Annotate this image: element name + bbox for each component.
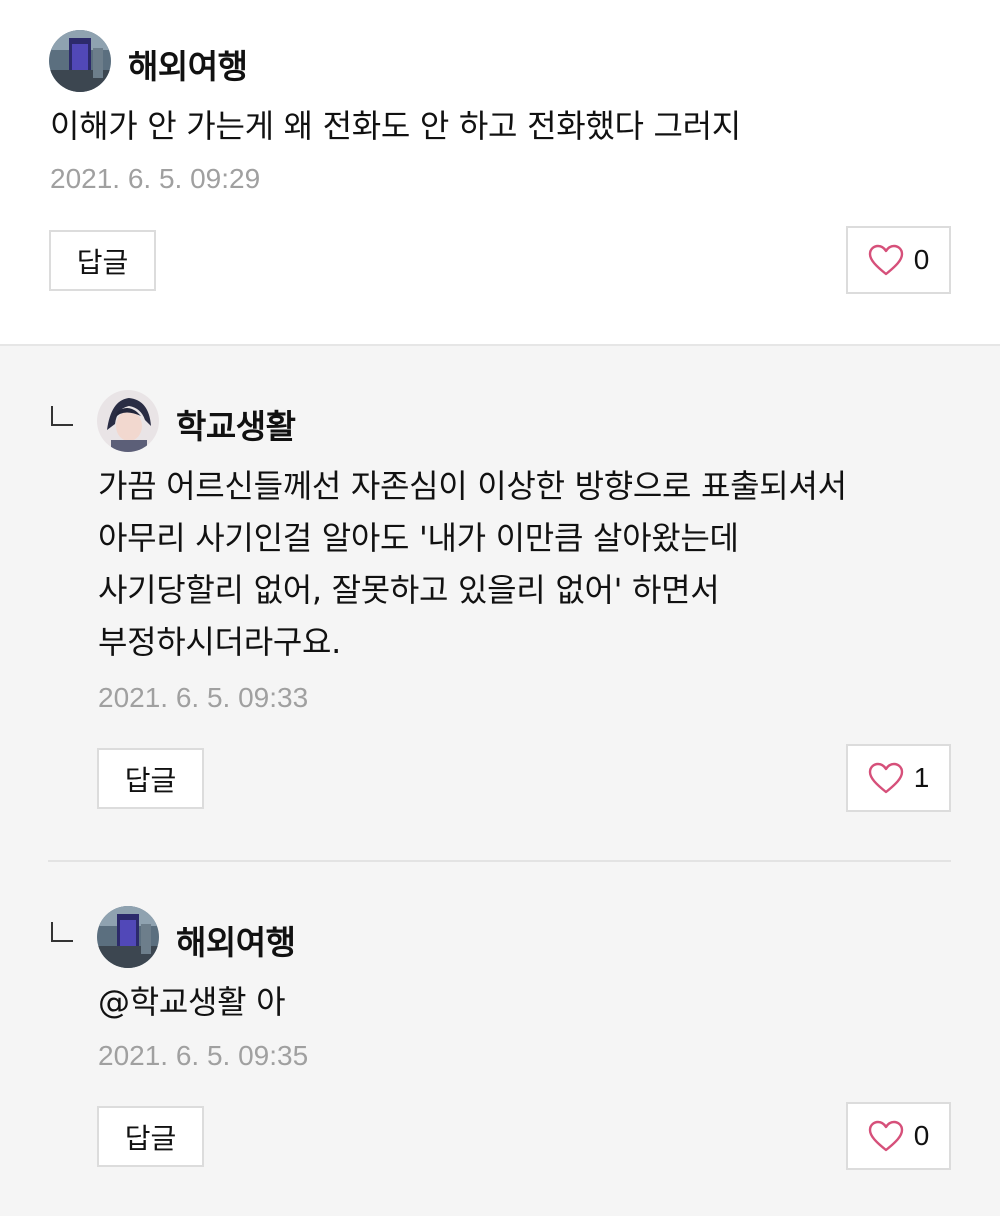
timestamp: 2021. 6. 5. 09:29 — [50, 163, 261, 194]
like-button[interactable]: 1 — [846, 744, 951, 812]
reply-button[interactable]: 답글 — [49, 230, 156, 291]
divider — [48, 860, 951, 862]
comment-text-tail: 아 — [246, 983, 286, 1021]
avatar[interactable] — [49, 30, 111, 92]
reply-button[interactable]: 답글 — [97, 748, 204, 809]
timestamp: 2021. 6. 5. 09:33 — [98, 682, 309, 713]
avatar[interactable] — [97, 906, 159, 968]
reply-button[interactable]: 답글 — [97, 1106, 204, 1167]
like-count: 1 — [913, 762, 930, 793]
comment-text: 가끔 어르신들께선 자존심이 이상한 방향으로 표출되셔서 아무리 사기인걸 알… — [98, 467, 847, 661]
avatar[interactable] — [97, 390, 159, 452]
reply-corner-icon — [51, 406, 73, 426]
heart-icon — [868, 244, 903, 276]
avatar-image — [97, 390, 159, 452]
replies-section: 학교생활 가끔 어르신들께선 자존심이 이상한 방향으로 표출되셔서 아무리 사… — [0, 344, 1000, 1216]
author-name[interactable]: 학교생활 — [176, 400, 296, 448]
avatar-image — [49, 30, 111, 92]
like-button[interactable]: 0 — [846, 226, 951, 294]
like-count: 0 — [913, 244, 930, 275]
heart-icon — [868, 762, 903, 794]
author-name[interactable]: 해외여행 — [176, 916, 296, 964]
avatar-image — [97, 906, 159, 968]
like-count: 0 — [913, 1120, 930, 1151]
author-name[interactable]: 해외여행 — [128, 40, 248, 88]
heart-icon — [868, 1120, 903, 1152]
timestamp: 2021. 6. 5. 09:35 — [98, 1040, 309, 1071]
reply-corner-icon — [51, 922, 73, 942]
comment-text: 이해가 안 가는게 왜 전화도 안 하고 전화했다 그러지 — [50, 107, 741, 145]
comment: 해외여행 이해가 안 가는게 왜 전화도 안 하고 전화했다 그러지 2021.… — [0, 0, 1000, 344]
like-button[interactable]: 0 — [846, 1102, 951, 1170]
mention[interactable]: @학교생활 — [98, 983, 247, 1021]
comment-text: @학교생활 아 — [98, 976, 286, 1028]
